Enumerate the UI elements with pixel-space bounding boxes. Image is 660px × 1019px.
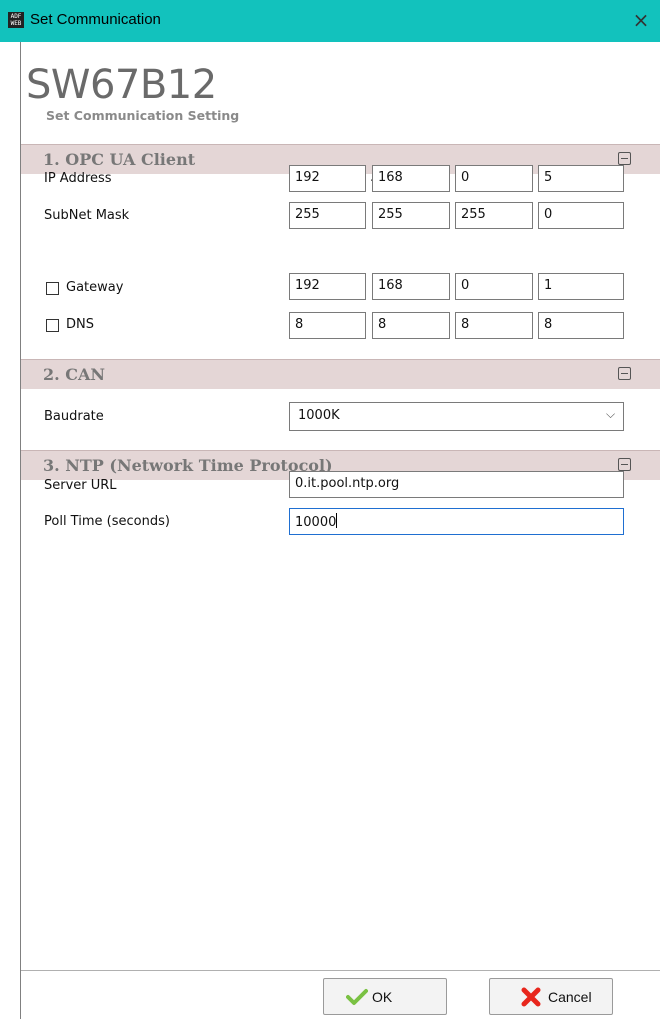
cancel-button[interactable]: Cancel (489, 978, 613, 1015)
gateway-octet-2[interactable]: 168 (372, 273, 450, 300)
ip-octet-1[interactable]: 192 (289, 165, 366, 192)
gateway-octet-4[interactable]: 1 (538, 273, 624, 300)
footer-divider (21, 970, 660, 971)
ok-label: OK (372, 989, 393, 1005)
dns-octet-2[interactable]: 8 (372, 312, 450, 339)
baudrate-select[interactable]: 1000K ⌵ (289, 402, 624, 431)
ip-address-label: IP Address (44, 171, 112, 186)
baudrate-label: Baudrate (44, 409, 104, 424)
collapse-icon[interactable] (618, 367, 631, 380)
ip-octet-2[interactable]: 168 (372, 165, 450, 192)
cancel-label: Cancel (548, 989, 592, 1005)
mask-octet-2[interactable]: 255 (372, 202, 450, 229)
cancel-x-icon (521, 987, 541, 1007)
gateway-octet-1[interactable]: 192 (289, 273, 366, 300)
dns-octet-3[interactable]: 8 (455, 312, 533, 339)
section-header-can[interactable]: 2. CAN (21, 359, 660, 389)
collapse-icon[interactable] (618, 152, 631, 165)
text-caret (336, 513, 338, 528)
section-title: 2. CAN (43, 365, 106, 384)
dns-checkbox[interactable] (46, 319, 59, 332)
chevron-down-icon: ⌵ (606, 407, 616, 421)
close-icon[interactable]: × (628, 6, 654, 34)
app-logo-icon: ADF WEB (8, 12, 24, 28)
mask-octet-3[interactable]: 255 (455, 202, 533, 229)
gateway-label: Gateway (66, 280, 124, 295)
gateway-octet-3[interactable]: 0 (455, 273, 533, 300)
window-title: Set Communication (30, 11, 161, 28)
ok-button[interactable]: OK (323, 978, 447, 1015)
dns-octet-1[interactable]: 8 (289, 312, 366, 339)
poll-time-value: 10000 (295, 515, 337, 530)
section-title: 1. OPC UA Client (43, 150, 196, 169)
checkmark-icon (346, 989, 368, 1005)
page-title: SW67B12 (26, 62, 217, 108)
collapse-icon[interactable] (618, 458, 631, 471)
poll-time-label: Poll Time (seconds) (44, 514, 170, 529)
page-subtitle: Set Communication Setting (46, 108, 240, 123)
subnet-mask-label: SubNet Mask (44, 208, 130, 223)
server-url-input[interactable]: 0.it.pool.ntp.org (289, 471, 624, 498)
mask-octet-1[interactable]: 255 (289, 202, 366, 229)
dns-label: DNS (66, 317, 94, 332)
ip-octet-4[interactable]: 5 (538, 165, 624, 192)
title-bar: ADF WEB Set Communication × (0, 0, 660, 42)
ip-octet-3[interactable]: 0 (455, 165, 533, 192)
poll-time-input[interactable]: 10000 (289, 508, 624, 535)
gateway-checkbox[interactable] (46, 282, 59, 295)
dns-octet-4[interactable]: 8 (538, 312, 624, 339)
server-url-label: Server URL (44, 478, 117, 493)
baudrate-value: 1000K (298, 408, 340, 423)
mask-octet-4[interactable]: 0 (538, 202, 624, 229)
